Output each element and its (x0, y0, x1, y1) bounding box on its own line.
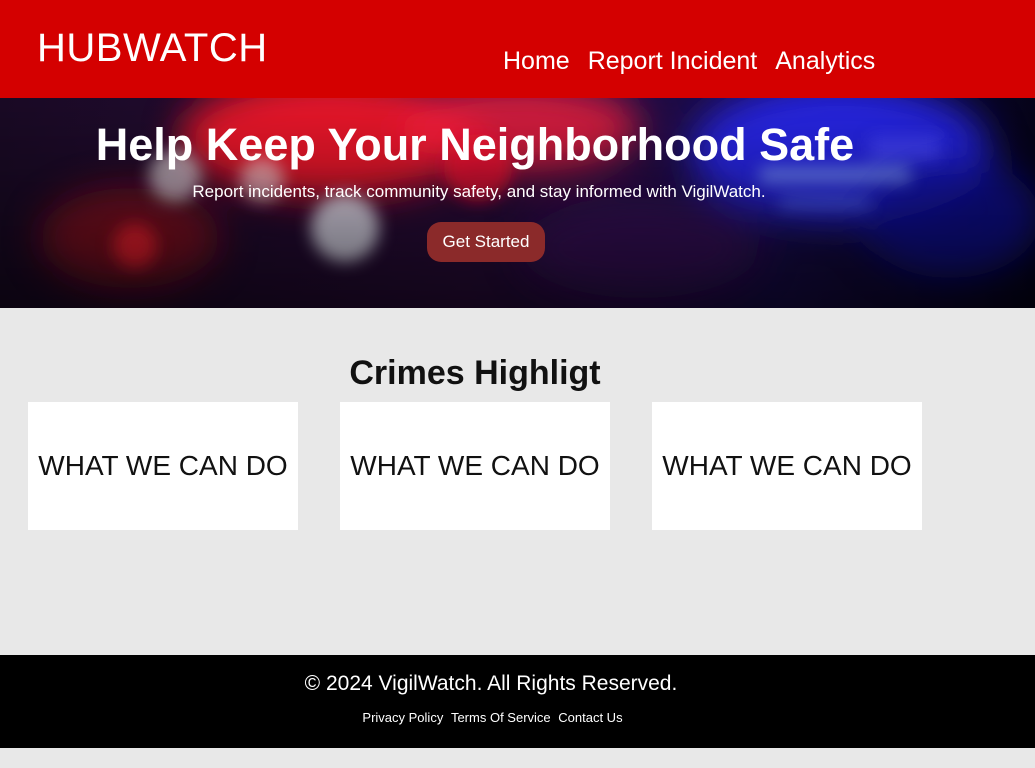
highlight-card-label: WHAT WE CAN DO (38, 450, 288, 481)
highlight-card-label: WHAT WE CAN DO (350, 450, 600, 481)
contact-us-link[interactable]: Contact Us (558, 710, 622, 725)
privacy-policy-link[interactable]: Privacy Policy (362, 710, 443, 725)
highlight-card[interactable]: WHAT WE CAN DO (28, 402, 298, 530)
crimes-highlight-title: Crimes Highligt (349, 354, 601, 392)
page: HUBWATCH Home Report Incident Analytics (0, 0, 1035, 768)
main-nav: Home Report Incident Analytics (503, 45, 875, 77)
site-footer: © 2024 VigilWatch. All Rights Reserved. … (0, 655, 1035, 748)
hero-title: Help Keep Your Neighborhood Safe (95, 119, 855, 170)
hero-banner: Help Keep Your Neighborhood Safe Report … (0, 98, 1035, 308)
nav-report-incident-link[interactable]: Report Incident (588, 45, 758, 77)
copyright-text: © 2024 VigilWatch. All Rights Reserved. (304, 672, 678, 695)
footer-links: Privacy Policy Terms Of Service Contact … (0, 710, 985, 726)
hero-subtitle: Report incidents, track community safety… (192, 182, 766, 201)
highlight-card-label: WHAT WE CAN DO (662, 450, 912, 481)
brand-logo-text[interactable]: HUBWATCH (37, 25, 268, 71)
highlight-card[interactable]: WHAT WE CAN DO (340, 402, 610, 530)
site-header: HUBWATCH Home Report Incident Analytics (0, 0, 1035, 98)
nav-home-link[interactable]: Home (503, 45, 570, 77)
highlight-card[interactable]: WHAT WE CAN DO (652, 402, 922, 530)
terms-of-service-link[interactable]: Terms Of Service (451, 710, 551, 725)
nav-analytics-link[interactable]: Analytics (775, 45, 875, 77)
get-started-button[interactable]: Get Started (427, 222, 545, 262)
